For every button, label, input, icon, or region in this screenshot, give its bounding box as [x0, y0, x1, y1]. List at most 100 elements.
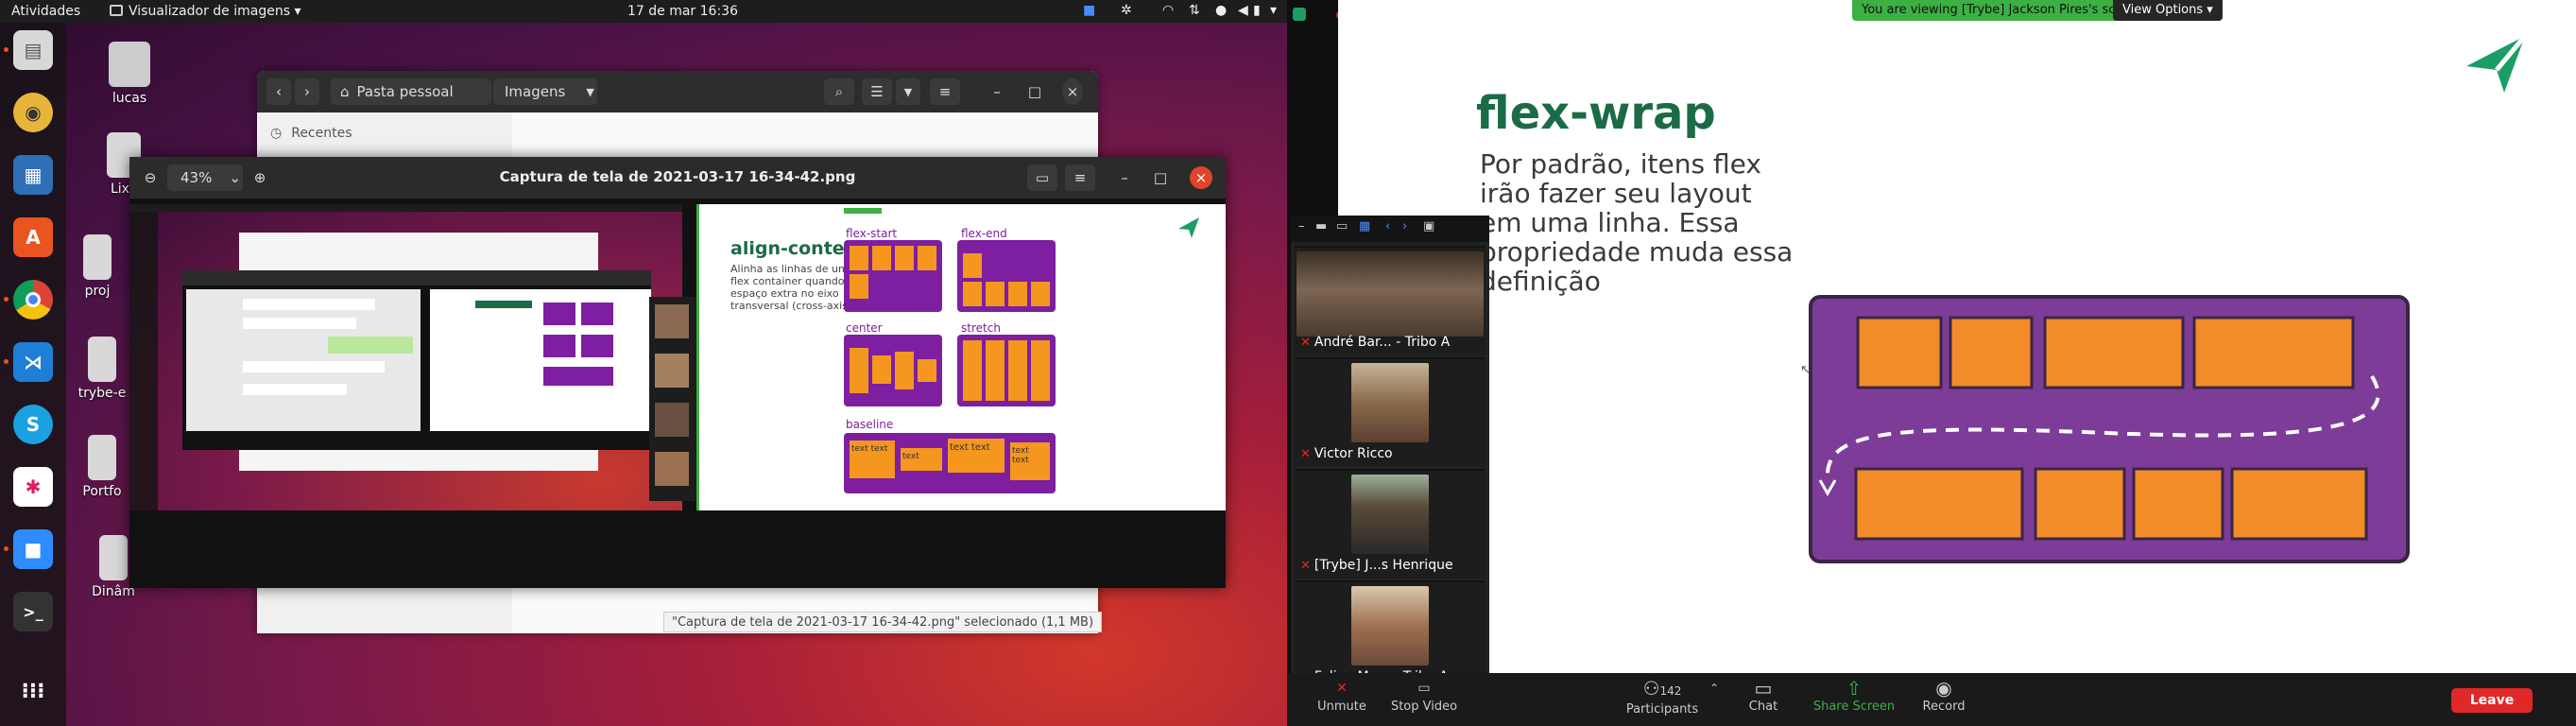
zoom-out-icon[interactable]: ⊖	[137, 164, 163, 191]
baseline-item: text text	[850, 441, 895, 478]
terminal-icon[interactable]: >_	[13, 592, 53, 631]
nested-slide	[430, 289, 651, 431]
tray-icon[interactable]: ✲	[1121, 3, 1132, 18]
participant-tile[interactable]: ✕ Victor Ricco	[1295, 357, 1485, 467]
unmute-button[interactable]: ✕ Unmute	[1314, 677, 1370, 714]
close-icon[interactable]: ×	[1190, 166, 1212, 189]
gallery-view-icon[interactable]: ▦	[1359, 219, 1370, 233]
next-page-icon[interactable]: ›	[1402, 219, 1407, 233]
files-headerbar: ‹ › ⌂ Pasta pessoal Imagens ▼ ⌕ ☰ ▼ ≡ – □ …	[257, 71, 1098, 112]
minimize-icon[interactable]: –	[1298, 219, 1305, 233]
security-shield-icon[interactable]	[1293, 8, 1306, 21]
rhythmbox-icon[interactable]: ◉	[13, 93, 53, 132]
nested-participant-video	[655, 403, 689, 437]
participants-button[interactable]: ⚇142 Participants	[1620, 677, 1705, 717]
flex-end-box	[957, 240, 1056, 312]
show-applications-icon[interactable]: ⁝⁝⁝	[13, 671, 53, 711]
running-indicator	[4, 359, 9, 364]
label-baseline: baseline	[846, 418, 894, 431]
participant-video	[1351, 586, 1429, 666]
participant-name: ✕ Victor Ricco	[1300, 446, 1393, 461]
menu-icon[interactable]: ≡	[1065, 164, 1095, 191]
battery-icon[interactable]: ▮	[1253, 3, 1261, 18]
zoom-level-value: 43%	[180, 169, 213, 186]
clock[interactable]: 17 de mar 16:36	[627, 4, 738, 19]
back-button[interactable]: ‹	[266, 78, 291, 105]
desktop-icon-proj[interactable]: proj	[74, 234, 121, 299]
vscode-icon[interactable]: ⋊	[13, 342, 53, 382]
chrome-icon[interactable]	[13, 280, 53, 320]
view-options-button[interactable]: View Options ▾	[2113, 0, 2223, 21]
chrome-center-icon	[26, 292, 41, 307]
network-icon[interactable]: ⇅	[1189, 3, 1200, 18]
power-menu-icon[interactable]: ▾	[1270, 3, 1277, 18]
desktop-icon-portfolio[interactable]: Portfo	[74, 435, 130, 499]
zoom-app-icon[interactable]: ■	[13, 529, 53, 569]
stop-video-button[interactable]: ▭ Stop Video	[1382, 677, 1467, 714]
stop-video-label: Stop Video	[1390, 700, 1458, 714]
hide-video-icon[interactable]: ▬	[1315, 219, 1327, 233]
search-icon[interactable]: ⌕	[824, 78, 854, 105]
participant-tile[interactable]: ✕ [Trybe] J...s Henrique	[1295, 469, 1485, 579]
menu-icon[interactable]: ≡	[930, 78, 960, 105]
participant-name: ✕ André Bar... - Tribo A	[1300, 335, 1450, 350]
speaker-view-icon[interactable]: ▭	[1336, 219, 1348, 233]
nested-participant-video	[655, 354, 689, 388]
status-bar: "Captura de tela de 2021-03-17 16-34-42.…	[663, 612, 1103, 632]
minimize-icon[interactable]: –	[1114, 164, 1135, 191]
fullscreen-icon[interactable]: ▣	[1423, 219, 1434, 233]
sidebar-item-recent[interactable]: ◷ Recentes	[270, 126, 352, 141]
participant-tile[interactable]: ✕ André Bar... - Tribo A	[1295, 246, 1485, 355]
maximize-icon[interactable]: □	[1024, 78, 1045, 105]
viewing-banner: You are viewing [Trybe] Jackson Pires's …	[1852, 0, 2153, 21]
desktop-icon-trybe[interactable]: trybe-e	[74, 337, 130, 401]
nested-slide-box	[581, 335, 613, 357]
maximize-icon[interactable]: □	[1150, 164, 1171, 191]
view-options-icon[interactable]: ▼	[896, 78, 920, 105]
minimize-icon[interactable]: –	[987, 78, 1007, 105]
wifi-icon[interactable]: ◠	[1162, 3, 1174, 18]
share-screen-button[interactable]: ⇧ Share Screen	[1807, 677, 1901, 714]
activities-button[interactable]: Atividades	[11, 4, 80, 19]
files-app-icon[interactable]: ▤	[13, 30, 53, 70]
zoom-in-icon[interactable]: ⊕	[247, 164, 273, 191]
desktop-icon-home[interactable]: lucas	[87, 42, 172, 106]
flex-item	[963, 282, 982, 306]
ubuntu-desktop: Atividades Visualizador de imagens ▾ 17 …	[0, 0, 1287, 726]
writer-icon[interactable]: ▦	[13, 155, 53, 195]
prev-page-icon[interactable]: ‹	[1385, 219, 1390, 233]
participants-menu-caret[interactable]: ⌃	[1705, 677, 1724, 700]
flex-start-box	[844, 240, 942, 312]
flex-item	[850, 348, 868, 393]
record-button[interactable]: ◉ Record	[1911, 677, 1977, 714]
video-camera-icon: ▭	[1417, 681, 1431, 696]
list-view-icon[interactable]: ☰	[862, 78, 892, 105]
app-menu[interactable]: Visualizador de imagens ▾	[110, 4, 301, 19]
flex-item	[1008, 340, 1027, 401]
chat-button[interactable]: ▭ Chat	[1735, 677, 1792, 714]
microphone-icon[interactable]: ●	[1215, 3, 1227, 18]
sidebar-item-label: Recentes	[291, 126, 352, 141]
image-viewer-window: ⊖ 43% ⌄ ⊕ Captura de tela de 2021-03-17 1…	[129, 157, 1226, 588]
trybe-logo-icon	[2459, 26, 2534, 102]
forward-button[interactable]: ›	[295, 78, 319, 105]
leave-button[interactable]: Leave	[2451, 688, 2533, 713]
inner-slide: align-content Alinha as linhas de um fle…	[696, 204, 1226, 510]
participant-name-label: André Bar... - Tribo A	[1314, 335, 1451, 350]
close-icon[interactable]: ×	[1062, 78, 1083, 105]
flex-item	[850, 274, 868, 299]
flex-item	[963, 253, 982, 278]
breadcrumb-current[interactable]: Imagens ▼	[493, 78, 597, 105]
slack-icon[interactable]: ✱	[13, 467, 53, 507]
slideshow-icon[interactable]: ▭	[1027, 164, 1057, 191]
volume-icon[interactable]: ◀	[1238, 3, 1248, 18]
nested-topbar	[129, 204, 682, 212]
software-center-icon[interactable]: A	[13, 217, 53, 257]
skype-icon[interactable]: S	[13, 405, 53, 444]
viewer-headerbar: ⊖ 43% ⌄ ⊕ Captura de tela de 2021-03-17 1…	[129, 157, 1226, 199]
breadcrumb-home[interactable]: ⌂ Pasta pessoal	[331, 78, 491, 105]
zoom-level[interactable]: 43% ⌄	[167, 164, 243, 191]
screen: Atividades Visualizador de imagens ▾ 17 …	[0, 0, 2576, 726]
file-icon	[83, 234, 112, 280]
zoom-tray-icon[interactable]: ■	[1083, 3, 1095, 18]
